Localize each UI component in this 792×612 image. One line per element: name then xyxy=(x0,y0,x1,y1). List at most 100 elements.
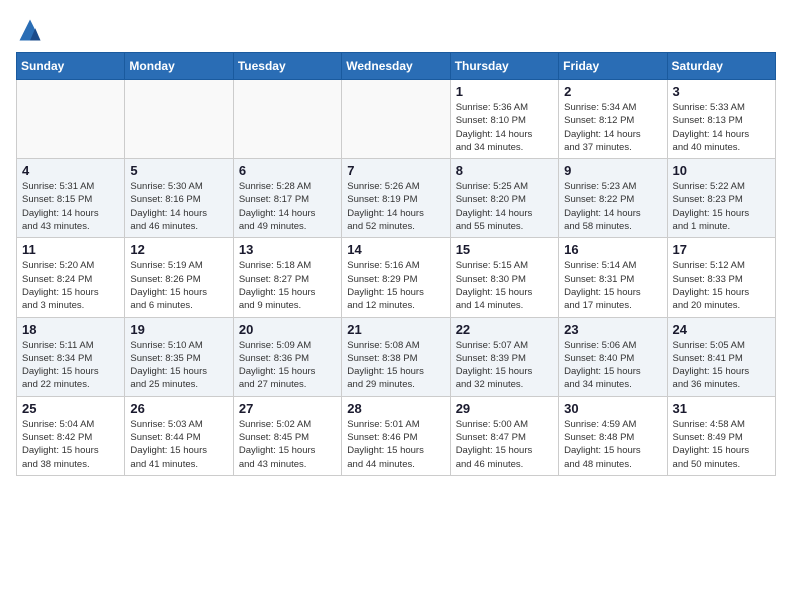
calendar-cell: 17 Sunrise: 5:12 AM Sunset: 8:33 PM Dayli… xyxy=(667,238,775,317)
calendar-cell: 9 Sunrise: 5:23 AM Sunset: 8:22 PM Daylig… xyxy=(559,159,667,238)
day-number: 9 xyxy=(564,163,661,178)
logo-icon xyxy=(16,16,44,44)
day-detail: Sunrise: 5:07 AM Sunset: 8:39 PM Dayligh… xyxy=(456,339,553,392)
day-number: 3 xyxy=(673,84,770,99)
day-number: 30 xyxy=(564,401,661,416)
day-detail: Sunrise: 5:12 AM Sunset: 8:33 PM Dayligh… xyxy=(673,259,770,312)
day-number: 4 xyxy=(22,163,119,178)
day-detail: Sunrise: 5:19 AM Sunset: 8:26 PM Dayligh… xyxy=(130,259,227,312)
day-detail: Sunrise: 5:18 AM Sunset: 8:27 PM Dayligh… xyxy=(239,259,336,312)
calendar-cell: 3 Sunrise: 5:33 AM Sunset: 8:13 PM Daylig… xyxy=(667,80,775,159)
day-detail: Sunrise: 5:23 AM Sunset: 8:22 PM Dayligh… xyxy=(564,180,661,233)
day-number: 24 xyxy=(673,322,770,337)
day-detail: Sunrise: 5:00 AM Sunset: 8:47 PM Dayligh… xyxy=(456,418,553,471)
day-number: 21 xyxy=(347,322,444,337)
day-detail: Sunrise: 5:33 AM Sunset: 8:13 PM Dayligh… xyxy=(673,101,770,154)
page-header xyxy=(16,16,776,44)
calendar-cell: 6 Sunrise: 5:28 AM Sunset: 8:17 PM Daylig… xyxy=(233,159,341,238)
day-number: 28 xyxy=(347,401,444,416)
calendar-cell: 22Sunrise: 5:07 AM Sunset: 8:39 PM Dayli… xyxy=(450,317,558,396)
day-detail: Sunrise: 5:05 AM Sunset: 8:41 PM Dayligh… xyxy=(673,339,770,392)
day-detail: Sunrise: 5:30 AM Sunset: 8:16 PM Dayligh… xyxy=(130,180,227,233)
day-number: 12 xyxy=(130,242,227,257)
calendar-cell: 15 Sunrise: 5:15 AM Sunset: 8:30 PM Dayli… xyxy=(450,238,558,317)
calendar-cell: 16 Sunrise: 5:14 AM Sunset: 8:31 PM Dayli… xyxy=(559,238,667,317)
day-number: 19 xyxy=(130,322,227,337)
day-detail: Sunrise: 5:04 AM Sunset: 8:42 PM Dayligh… xyxy=(22,418,119,471)
day-number: 13 xyxy=(239,242,336,257)
day-number: 6 xyxy=(239,163,336,178)
calendar-cell: 10 Sunrise: 5:22 AM Sunset: 8:23 PM Dayli… xyxy=(667,159,775,238)
calendar-cell: 30 Sunrise: 4:59 AM Sunset: 8:48 PM Dayli… xyxy=(559,396,667,475)
weekday-header-friday: Friday xyxy=(559,53,667,80)
calendar-cell xyxy=(233,80,341,159)
calendar-cell: 21 Sunrise: 5:08 AM Sunset: 8:38 PM Dayli… xyxy=(342,317,450,396)
calendar-table: SundayMondayTuesdayWednesdayThursdayFrid… xyxy=(16,52,776,476)
day-number: 8 xyxy=(456,163,553,178)
day-number: 7 xyxy=(347,163,444,178)
day-number: 15 xyxy=(456,242,553,257)
logo xyxy=(16,16,48,44)
calendar-cell xyxy=(17,80,125,159)
day-detail: Sunrise: 5:31 AM Sunset: 8:15 PM Dayligh… xyxy=(22,180,119,233)
calendar-cell: 26Sunrise: 5:03 AM Sunset: 8:44 PM Dayli… xyxy=(125,396,233,475)
day-detail: Sunrise: 5:26 AM Sunset: 8:19 PM Dayligh… xyxy=(347,180,444,233)
calendar-cell: 29 Sunrise: 5:00 AM Sunset: 8:47 PM Dayli… xyxy=(450,396,558,475)
day-number: 20 xyxy=(239,322,336,337)
day-detail: Sunrise: 4:59 AM Sunset: 8:48 PM Dayligh… xyxy=(564,418,661,471)
week-row-4: 18 Sunrise: 5:11 AM Sunset: 8:34 PM Dayli… xyxy=(17,317,776,396)
calendar-cell xyxy=(342,80,450,159)
weekday-header-thursday: Thursday xyxy=(450,53,558,80)
day-number: 16 xyxy=(564,242,661,257)
day-detail: Sunrise: 5:02 AM Sunset: 8:45 PM Dayligh… xyxy=(239,418,336,471)
calendar-cell: 7 Sunrise: 5:26 AM Sunset: 8:19 PM Daylig… xyxy=(342,159,450,238)
day-number: 10 xyxy=(673,163,770,178)
calendar-cell: 2Sunrise: 5:34 AM Sunset: 8:12 PM Daylig… xyxy=(559,80,667,159)
day-number: 2 xyxy=(564,84,661,99)
day-detail: Sunrise: 5:09 AM Sunset: 8:36 PM Dayligh… xyxy=(239,339,336,392)
calendar-cell: 28 Sunrise: 5:01 AM Sunset: 8:46 PM Dayli… xyxy=(342,396,450,475)
day-detail: Sunrise: 5:15 AM Sunset: 8:30 PM Dayligh… xyxy=(456,259,553,312)
calendar-cell xyxy=(125,80,233,159)
day-detail: Sunrise: 5:20 AM Sunset: 8:24 PM Dayligh… xyxy=(22,259,119,312)
week-row-1: 1Sunrise: 5:36 AM Sunset: 8:10 PM Daylig… xyxy=(17,80,776,159)
day-detail: Sunrise: 5:06 AM Sunset: 8:40 PM Dayligh… xyxy=(564,339,661,392)
weekday-header-wednesday: Wednesday xyxy=(342,53,450,80)
day-detail: Sunrise: 5:11 AM Sunset: 8:34 PM Dayligh… xyxy=(22,339,119,392)
day-detail: Sunrise: 5:01 AM Sunset: 8:46 PM Dayligh… xyxy=(347,418,444,471)
day-detail: Sunrise: 5:10 AM Sunset: 8:35 PM Dayligh… xyxy=(130,339,227,392)
day-detail: Sunrise: 5:08 AM Sunset: 8:38 PM Dayligh… xyxy=(347,339,444,392)
calendar-cell: 23Sunrise: 5:06 AM Sunset: 8:40 PM Dayli… xyxy=(559,317,667,396)
day-number: 31 xyxy=(673,401,770,416)
weekday-header-sunday: Sunday xyxy=(17,53,125,80)
weekday-header-tuesday: Tuesday xyxy=(233,53,341,80)
day-number: 14 xyxy=(347,242,444,257)
calendar-cell: 18 Sunrise: 5:11 AM Sunset: 8:34 PM Dayli… xyxy=(17,317,125,396)
day-detail: Sunrise: 5:22 AM Sunset: 8:23 PM Dayligh… xyxy=(673,180,770,233)
day-detail: Sunrise: 5:03 AM Sunset: 8:44 PM Dayligh… xyxy=(130,418,227,471)
day-number: 11 xyxy=(22,242,119,257)
day-number: 1 xyxy=(456,84,553,99)
calendar-cell: 8 Sunrise: 5:25 AM Sunset: 8:20 PM Daylig… xyxy=(450,159,558,238)
weekday-header-saturday: Saturday xyxy=(667,53,775,80)
calendar-cell: 24 Sunrise: 5:05 AM Sunset: 8:41 PM Dayli… xyxy=(667,317,775,396)
weekday-header-row: SundayMondayTuesdayWednesdayThursdayFrid… xyxy=(17,53,776,80)
day-detail: Sunrise: 5:25 AM Sunset: 8:20 PM Dayligh… xyxy=(456,180,553,233)
weekday-header-monday: Monday xyxy=(125,53,233,80)
day-number: 5 xyxy=(130,163,227,178)
day-number: 18 xyxy=(22,322,119,337)
week-row-5: 25Sunrise: 5:04 AM Sunset: 8:42 PM Dayli… xyxy=(17,396,776,475)
week-row-2: 4 Sunrise: 5:31 AM Sunset: 8:15 PM Daylig… xyxy=(17,159,776,238)
day-number: 29 xyxy=(456,401,553,416)
day-detail: Sunrise: 5:28 AM Sunset: 8:17 PM Dayligh… xyxy=(239,180,336,233)
day-detail: Sunrise: 5:14 AM Sunset: 8:31 PM Dayligh… xyxy=(564,259,661,312)
day-number: 17 xyxy=(673,242,770,257)
calendar-cell: 11 Sunrise: 5:20 AM Sunset: 8:24 PM Dayli… xyxy=(17,238,125,317)
day-number: 27 xyxy=(239,401,336,416)
calendar-cell: 19 Sunrise: 5:10 AM Sunset: 8:35 PM Dayli… xyxy=(125,317,233,396)
calendar-cell: 20 Sunrise: 5:09 AM Sunset: 8:36 PM Dayli… xyxy=(233,317,341,396)
calendar-cell: 5 Sunrise: 5:30 AM Sunset: 8:16 PM Daylig… xyxy=(125,159,233,238)
calendar-cell: 25Sunrise: 5:04 AM Sunset: 8:42 PM Dayli… xyxy=(17,396,125,475)
calendar-cell: 27 Sunrise: 5:02 AM Sunset: 8:45 PM Dayli… xyxy=(233,396,341,475)
calendar-cell: 13 Sunrise: 5:18 AM Sunset: 8:27 PM Dayli… xyxy=(233,238,341,317)
